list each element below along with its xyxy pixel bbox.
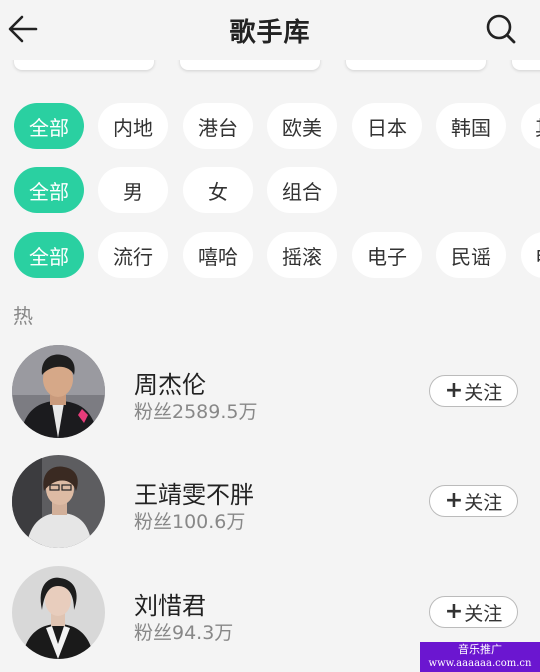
filter-chip-genre[interactable]: 电 [521, 232, 540, 278]
category-card[interactable] [180, 60, 320, 70]
gender-filter-row: 全部 男 女 组合 [0, 167, 540, 215]
artist-row[interactable]: 周杰伦 粉丝2589.5万 + 关注 [0, 345, 540, 445]
watermark-url: www.aaaaaa.com.cn [428, 658, 532, 669]
filter-chip-genre[interactable]: 流行 [98, 232, 168, 278]
plus-icon: + [444, 488, 464, 513]
artist-avatar [12, 455, 105, 548]
plus-icon: + [444, 599, 464, 624]
filter-chip-gender[interactable]: 男 [98, 167, 168, 213]
follow-button[interactable]: + 关注 [429, 485, 518, 517]
filter-chip-region[interactable]: 其 [521, 103, 540, 149]
category-card-strip [0, 60, 540, 74]
search-button[interactable] [484, 12, 518, 46]
artist-name: 王靖雯不胖 [134, 481, 254, 509]
filter-chip-genre-all[interactable]: 全部 [14, 232, 84, 278]
artist-name: 周杰伦 [134, 371, 206, 399]
filter-chip-genre[interactable]: 电子 [352, 232, 422, 278]
filter-chip-gender[interactable]: 组合 [267, 167, 337, 213]
category-card[interactable] [346, 60, 486, 70]
follow-button[interactable]: + 关注 [429, 596, 518, 628]
filter-chip-genre[interactable]: 摇滚 [267, 232, 337, 278]
watermark-title: 音乐推广 [458, 643, 502, 656]
follow-label: 关注 [464, 602, 503, 625]
artist-fans: 粉丝2589.5万 [134, 401, 258, 423]
filter-chip-gender[interactable]: 女 [183, 167, 253, 213]
filter-chip-genre[interactable]: 嘻哈 [183, 232, 253, 278]
category-card[interactable] [14, 60, 154, 70]
region-filter-row: 全部 内地 港台 欧美 日本 韩国 其 [0, 103, 540, 151]
filter-chip-region[interactable]: 欧美 [267, 103, 337, 149]
section-label-hot: 热 [13, 304, 33, 328]
filter-chip-region-all[interactable]: 全部 [14, 103, 84, 149]
artist-fans: 粉丝100.6万 [134, 511, 246, 533]
filter-chip-genre[interactable]: 民谣 [436, 232, 506, 278]
page-title: 歌手库 [229, 18, 311, 48]
artist-fans: 粉丝94.3万 [134, 622, 234, 644]
plus-icon: + [444, 378, 464, 403]
follow-button[interactable]: + 关注 [429, 375, 518, 407]
filter-chip-gender-all[interactable]: 全部 [14, 167, 84, 213]
follow-label: 关注 [464, 381, 503, 404]
category-card[interactable] [512, 60, 540, 70]
follow-label: 关注 [464, 491, 503, 514]
artist-name: 刘惜君 [134, 592, 206, 620]
filter-chip-region[interactable]: 日本 [352, 103, 422, 149]
filter-chip-region[interactable]: 韩国 [436, 103, 506, 149]
watermark-badge: 音乐推广 www.aaaaaa.com.cn [420, 642, 540, 672]
artist-avatar [12, 566, 105, 659]
genre-filter-row: 全部 流行 嘻哈 摇滚 电子 民谣 电 [0, 232, 540, 280]
artist-avatar [12, 345, 105, 438]
filter-chip-region[interactable]: 港台 [183, 103, 253, 149]
filter-chip-region[interactable]: 内地 [98, 103, 168, 149]
artist-row[interactable]: 王靖雯不胖 粉丝100.6万 + 关注 [0, 455, 540, 555]
search-icon [486, 14, 516, 44]
app-header: 歌手库 [0, 0, 540, 60]
